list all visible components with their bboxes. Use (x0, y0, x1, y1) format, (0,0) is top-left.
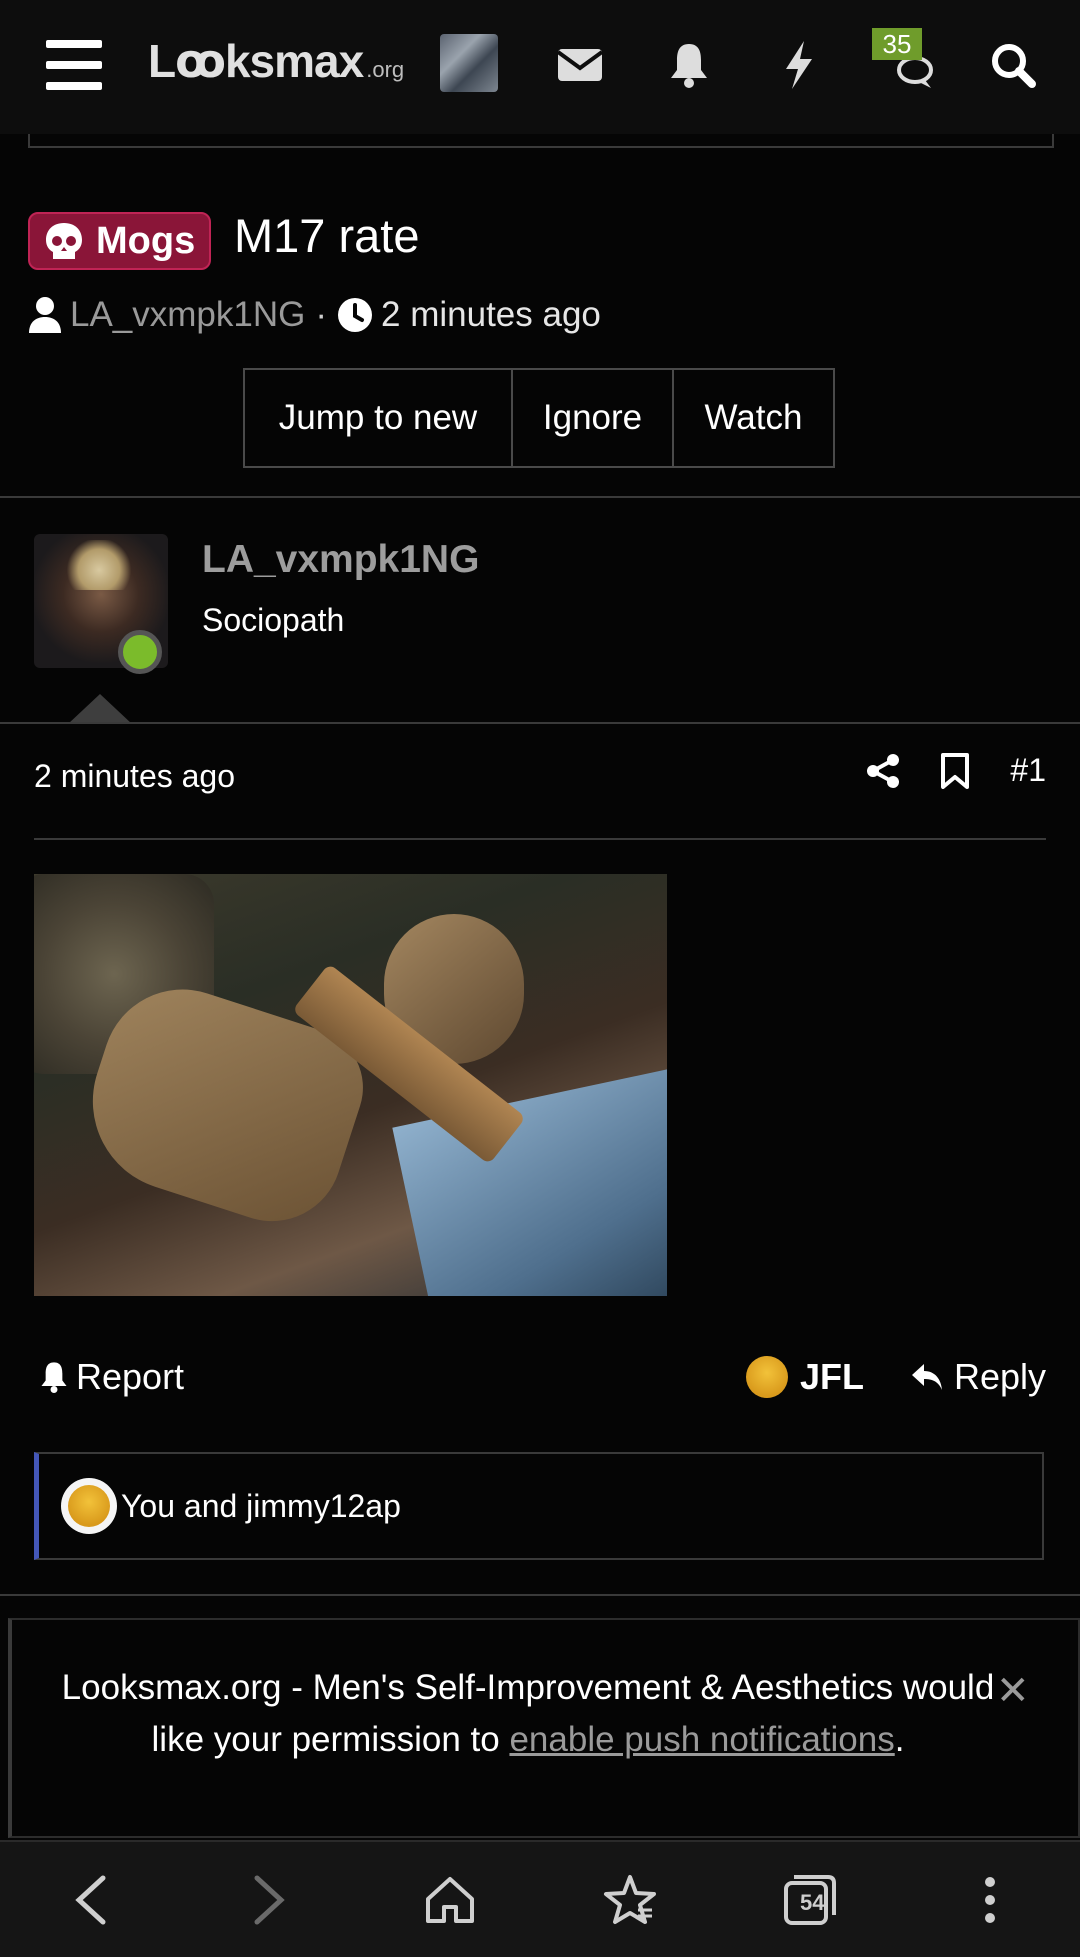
divider (0, 496, 1080, 498)
bookmark-icon[interactable] (940, 752, 970, 789)
clock-icon (338, 298, 373, 332)
report-button[interactable]: Report (40, 1356, 184, 1398)
skull-icon (46, 223, 82, 259)
laughing-crying-emoji-icon (745, 1356, 788, 1398)
home-icon[interactable] (410, 1860, 490, 1940)
forward-icon[interactable] (230, 1860, 310, 1940)
lightning-icon[interactable] (764, 30, 834, 100)
thread-time[interactable]: 2 minutes ago (381, 295, 601, 335)
thread-title: M17 rate (234, 209, 420, 262)
more-options-icon[interactable] (950, 1860, 1030, 1940)
browser-bottom-toolbar: 54 (0, 1840, 1080, 1957)
watch-button[interactable]: Watch (672, 368, 835, 468)
post-time[interactable]: 2 minutes ago (34, 758, 235, 795)
ignore-button[interactable]: Ignore (511, 368, 674, 468)
user-icon (29, 297, 61, 333)
thread-meta: LA_vxmpk1NG · 2 minutes ago (28, 290, 601, 340)
divider (0, 1594, 1080, 1596)
reply-button[interactable]: Reply (954, 1356, 1046, 1398)
logo-domain: .org (366, 57, 405, 82)
close-icon[interactable]: ✕ (996, 1668, 1030, 1714)
post-meta-actions: #1 (866, 752, 1046, 789)
post-attached-image[interactable] (34, 874, 667, 1296)
bell-icon[interactable] (654, 30, 724, 100)
tabs-icon[interactable]: 54 (770, 1860, 850, 1940)
meta-separator: · (315, 295, 328, 334)
share-icon[interactable] (866, 753, 900, 789)
divider (0, 722, 1080, 724)
thread-author-link[interactable]: LA_vxmpk1NG (70, 295, 305, 335)
post-author-username[interactable]: LA_vxmpk1NG (202, 538, 479, 582)
search-icon[interactable] (978, 30, 1048, 100)
messages-badge: 35 (872, 28, 922, 60)
back-icon[interactable] (50, 1860, 130, 1940)
tabs-count: 54 (800, 1889, 825, 1915)
message-arrow (68, 694, 132, 724)
post-number-link[interactable]: #1 (1010, 752, 1046, 789)
push-text-after: . (894, 1720, 905, 1759)
reply-icon[interactable] (910, 1362, 944, 1392)
bookmarks-star-icon[interactable] (590, 1860, 670, 1940)
thread-prefix-badge[interactable]: Mogs (28, 212, 212, 270)
laughing-crying-emoji-icon (61, 1478, 117, 1534)
logo-text: Lꝏksmax (148, 35, 364, 87)
post-author-title: Sociopath (202, 602, 345, 638)
push-notification-text: Looksmax.org - Men's Self-Improvement & … (48, 1662, 1008, 1766)
divider (34, 838, 1046, 840)
prefix-label: Mogs (96, 219, 196, 262)
mail-icon[interactable] (545, 30, 615, 100)
thread-action-buttons: Jump to new Ignore Watch (243, 368, 835, 468)
reactions-bar[interactable]: You and jimmy12ap (34, 1452, 1044, 1560)
post-reaction-actions: JFL Reply (745, 1356, 1046, 1398)
online-status-indicator (118, 630, 162, 674)
menu-icon[interactable] (46, 40, 102, 90)
reactions-summary: You and jimmy12ap (121, 1487, 401, 1524)
jfl-reaction-button[interactable]: JFL (800, 1356, 864, 1398)
jump-to-new-button[interactable]: Jump to new (243, 368, 513, 468)
report-label: Report (76, 1356, 185, 1397)
header-divider (28, 134, 1054, 148)
site-logo[interactable]: Lꝏksmax .org (148, 34, 404, 94)
bell-icon (41, 1362, 67, 1393)
enable-push-notifications-link[interactable]: enable push notifications (509, 1720, 894, 1759)
user-avatar-thumbnail[interactable] (440, 34, 498, 92)
